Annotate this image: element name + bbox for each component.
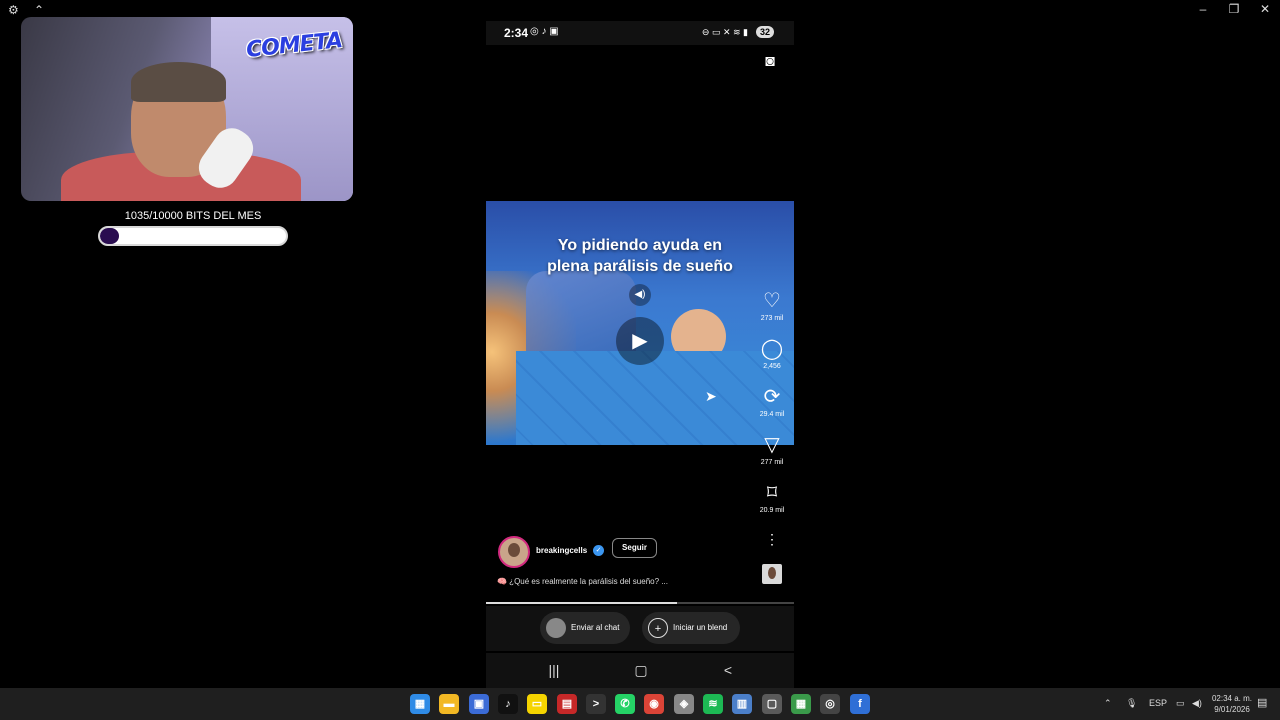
save-action[interactable]: ⌑ 20.9 mil xyxy=(750,481,794,514)
repost-count: 29.4 mil xyxy=(759,411,785,418)
chevron-up-icon[interactable]: ⌃ xyxy=(1104,698,1112,709)
more-options-icon[interactable]: ⋮ xyxy=(765,531,779,548)
notifications-icon[interactable]: ▤ xyxy=(1257,696,1267,709)
camera-icon[interactable]: ◙ xyxy=(760,53,780,71)
taskbar-tiktok-icon[interactable]: ♪ xyxy=(498,694,518,714)
video-progress-fill xyxy=(486,602,677,604)
taskbar-store-icon[interactable]: ▣ xyxy=(469,694,489,714)
phone-screen: 2:34 ◎ ♪ ▣ ⊖ ▭ ✕ ≋ ▮ 32 ◙ Yo pidiendo ay… xyxy=(486,21,794,688)
send-to-chat-button[interactable]: Enviar al chat xyxy=(540,612,630,644)
status-bar: 2:34 ◎ ♪ ▣ ⊖ ▭ ✕ ≋ ▮ 32 xyxy=(486,21,794,45)
home-icon[interactable]: ▢ xyxy=(631,662,651,679)
mouse-cursor-icon: ➤ xyxy=(705,388,717,404)
start-blend-button[interactable]: + Iniciar un blend xyxy=(642,612,740,644)
save-count: 20.9 mil xyxy=(759,507,785,514)
caption-line-1: Yo pidiendo ayuda en xyxy=(557,237,723,254)
comment-action[interactable]: ◯ 2,456 xyxy=(750,337,794,370)
taskbar-spotify-icon[interactable]: ≋ xyxy=(703,694,723,714)
bits-goal-fill xyxy=(100,228,120,244)
taskbar-sticky-notes-icon[interactable]: ▭ xyxy=(527,694,547,714)
language-indicator[interactable]: ESP xyxy=(1149,698,1167,708)
pin-icon[interactable]: ⌃ xyxy=(34,3,44,17)
video-player[interactable]: Yo pidiendo ayuda en plena parálisis de … xyxy=(486,201,794,445)
share-icon: ▽ xyxy=(764,434,780,456)
audio-thumbnail[interactable] xyxy=(762,564,782,584)
notification-icons: ◎ ♪ ▣ xyxy=(530,26,559,37)
taskbar-whatsapp-icon[interactable]: ✆ xyxy=(615,694,635,714)
username[interactable]: breakingcells xyxy=(536,546,587,555)
video-caption: Yo pidiendo ayuda en plena parálisis de … xyxy=(486,235,794,277)
bottom-actions: Enviar al chat + Iniciar un blend xyxy=(486,606,794,651)
gear-icon[interactable]: ⚙ xyxy=(8,3,19,17)
heart-icon: ♡ xyxy=(763,290,781,312)
author-row: breakingcells ✓ Seguir xyxy=(498,536,758,570)
system-status-icons: ⊖ ▭ ✕ ≋ ▮ xyxy=(701,27,748,37)
restore-button[interactable]: ❐ xyxy=(1224,2,1244,16)
taskbar-chrome-icon[interactable]: ◉ xyxy=(644,694,664,714)
follow-button[interactable]: Seguir xyxy=(612,538,657,558)
avatar[interactable] xyxy=(498,536,530,568)
play-button[interactable]: ▶ xyxy=(616,317,664,365)
send-to-chat-label: Enviar al chat xyxy=(571,623,620,632)
volume-icon[interactable]: ◀) xyxy=(1192,698,1202,709)
bits-goal-label: 1035/10000 BITS DEL MES xyxy=(124,210,262,222)
status-time: 2:34 xyxy=(504,26,529,40)
video-progress-track[interactable] xyxy=(486,602,794,604)
share-count: 277 mil xyxy=(760,459,784,466)
chat-avatar-icon xyxy=(546,617,566,638)
taskbar-active-app-icon[interactable]: f xyxy=(850,694,870,714)
minimize-button[interactable]: – xyxy=(1193,2,1213,16)
battery-indicator: 32 xyxy=(755,26,774,38)
share-action[interactable]: ▽ 277 mil xyxy=(750,433,794,466)
start-blend-label: Iniciar un blend xyxy=(673,623,728,632)
bits-goal-bar xyxy=(98,226,288,246)
clock-date: 9/01/2026 xyxy=(1214,705,1250,714)
taskbar-file-explorer-icon[interactable]: ▬ xyxy=(439,694,459,714)
repost-icon: ⟳ xyxy=(763,386,781,408)
taskbar-app-green-icon[interactable]: ▦ xyxy=(791,694,811,714)
bookmark-icon: ⌑ xyxy=(766,482,778,504)
android-nav-bar: ||| ▢ < xyxy=(486,653,794,688)
taskbar-start-icon[interactable]: ▦ xyxy=(410,694,430,714)
like-count: 273 mil xyxy=(760,315,784,322)
recent-apps-icon[interactable]: ||| xyxy=(544,662,564,678)
taskbar-shield-app-icon[interactable]: ◈ xyxy=(674,694,694,714)
back-icon[interactable]: < xyxy=(718,662,738,678)
caption-line-2: plena parálisis de sueño xyxy=(547,258,733,275)
taskbar-terminal-icon[interactable]: > xyxy=(586,694,606,714)
volume-icon[interactable]: ◀) xyxy=(629,284,651,306)
comment-icon: ◯ xyxy=(760,338,784,360)
verified-badge-icon: ✓ xyxy=(593,545,604,556)
clock-time: 02:34 a. m. xyxy=(1211,694,1253,703)
repost-action[interactable]: ⟳ 29.4 mil xyxy=(750,385,794,418)
clock[interactable]: 02:34 a. m. 9/01/2026 xyxy=(1208,693,1256,715)
blend-icon: + xyxy=(648,617,668,638)
taskbar-app-red-icon[interactable]: ▤ xyxy=(557,694,577,714)
post-description[interactable]: 🧠 ¿Qué es realmente la parálisis del sue… xyxy=(497,577,668,586)
like-action[interactable]: ♡ 273 mil xyxy=(750,289,794,322)
network-icon[interactable]: ▭ xyxy=(1176,698,1185,709)
taskbar-app-window-icon[interactable]: ▢ xyxy=(762,694,782,714)
person-beanie xyxy=(131,62,226,102)
taskbar-obs-icon[interactable]: ◎ xyxy=(820,694,840,714)
close-button[interactable]: ✕ xyxy=(1255,2,1275,16)
comment-count: 2,456 xyxy=(763,363,781,370)
webcam-feed: COMETA xyxy=(21,17,353,201)
microphone-icon[interactable]: 🎙 xyxy=(1126,698,1137,709)
taskbar: ▦ ▬ ▣ ♪ ▭ ▤ > ✆ ◉ ◈ ≋ ▥ ▢ ▦ ◎ f ⌃ 🎙 ESP ▭ ◀) 02:34 a. m… xyxy=(0,688,1280,720)
taskbar-app-blue-icon[interactable]: ▥ xyxy=(732,694,752,714)
